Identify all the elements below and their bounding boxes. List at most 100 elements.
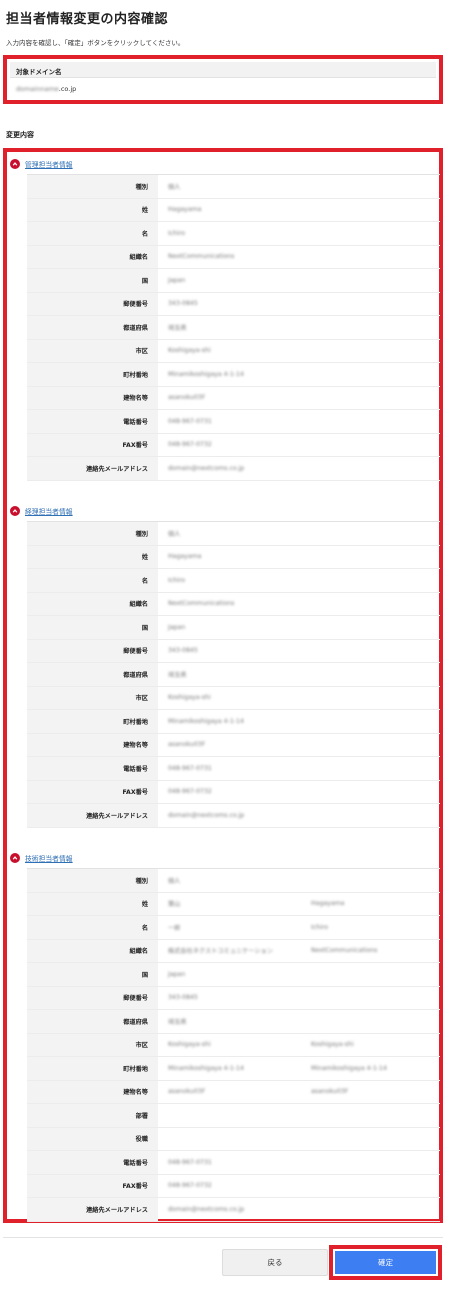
row-value: asanoku03F (158, 387, 303, 410)
table-row: 建物名等 asanoku03F (27, 386, 440, 410)
row-label: 町村番地 (27, 1057, 158, 1080)
table-row: 種別 個人 (27, 869, 440, 893)
row-value-text: asanoku03F (168, 1088, 206, 1096)
row-value: Minamikoshigaya 4-1-14 (158, 1057, 303, 1080)
row-value: 048-967-0731 (158, 410, 303, 433)
row-label: 組織名 (27, 592, 158, 615)
row-label: 市区 (27, 686, 158, 709)
row-value-text: Koshigaya-shi (168, 694, 211, 702)
section-header[interactable]: 管理担当者情報 (10, 158, 73, 170)
row-value-alt (303, 546, 440, 569)
row-value-text: asanoku03F (168, 741, 206, 749)
row-value-alt (303, 569, 440, 592)
row-value-text: Hagayama (168, 553, 202, 561)
row-label: FAX番号 (27, 780, 158, 803)
row-label: 種別 (27, 175, 158, 198)
table-row: 姓 Hagayama (27, 545, 440, 569)
row-label: 国 (27, 269, 158, 292)
row-value: Minamikoshigaya 4-1-14 (158, 710, 303, 733)
row-label: 建物名等 (27, 1080, 158, 1103)
row-value-alt (303, 222, 440, 245)
row-label: 姓 (27, 545, 158, 568)
row-value: Japan (158, 269, 303, 292)
row-value: 一郎 (158, 916, 303, 939)
row-label: 名 (27, 222, 158, 245)
table-row: 市区 Koshigaya-shi (27, 339, 440, 363)
row-value: Ichiro (158, 569, 303, 592)
row-value-alt (303, 1010, 440, 1033)
row-value-text: Ichiro (168, 229, 186, 237)
row-value-text: 埼玉県 (168, 324, 187, 332)
row-value-alt (303, 593, 440, 616)
row-value-text: Japan (168, 276, 186, 284)
table-row: 連絡先メールアドレス domain@nextcoms.co.jp (27, 804, 440, 828)
row-value-alt (303, 434, 440, 457)
section-title-link[interactable]: 経理担当者情報 (25, 506, 73, 516)
row-value-text: 埼玉県 (168, 1018, 187, 1026)
row-label: 郵便番号 (27, 639, 158, 662)
row-label: 市区 (27, 339, 158, 362)
row-value: 葉山 (158, 893, 303, 916)
row-label: 郵便番号 (27, 292, 158, 315)
row-label: 姓 (27, 198, 158, 221)
chevron-up-icon[interactable] (10, 853, 20, 863)
row-value-text: domain@nextcoms.co.jp (168, 464, 245, 472)
row-label: 電話番号 (27, 410, 158, 433)
chevron-up-icon[interactable] (10, 506, 20, 516)
row-label: FAX番号 (27, 433, 158, 456)
table-row: FAX番号 048-967-0732 (27, 780, 440, 804)
row-value: 個人 (158, 869, 303, 892)
row-value-text: asanoku03F (168, 394, 206, 402)
row-value-text: domain@nextcoms.co.jp (168, 1205, 245, 1213)
row-value-text: 343-0845 (168, 994, 198, 1002)
section-title-link[interactable]: 技術担当者情報 (25, 853, 73, 863)
contact-table: 種別 個人姓 Hagayama 名 Ichiro 組織名 NextCommunication… (27, 521, 440, 828)
row-value-text: Koshigaya-shi (168, 347, 211, 355)
row-label: 組織名 (27, 939, 158, 962)
row-value-alt (303, 1104, 440, 1127)
row-label: 国 (27, 616, 158, 639)
row-value-alt-text: Koshigaya-shi (311, 1041, 354, 1049)
row-value: 個人 (158, 175, 303, 198)
contact-table: 種別 個人姓 Hagayama 名 Ichiro 組織名 NextCommunication… (27, 174, 440, 481)
table-row: 国 Japan (27, 616, 440, 640)
row-value-alt-text: Hagayama (311, 900, 345, 908)
row-value-alt-text: NextCommunications (311, 947, 378, 955)
row-value-text: 048-967-0732 (168, 441, 212, 449)
table-row: 種別 個人 (27, 522, 440, 546)
table-row: 郵便番号 343-0845 (27, 986, 440, 1010)
table-row: 町村番地 Minamikoshigaya 4-1-14 Minamikoshigay… (27, 1057, 440, 1081)
section-title-link[interactable]: 管理担当者情報 (25, 159, 73, 169)
table-row: 姓 葉山 Hagayama (27, 892, 440, 916)
row-value: domain@nextcoms.co.jp (158, 1198, 303, 1221)
row-label: 役職 (27, 1127, 158, 1150)
section-header[interactable]: 経理担当者情報 (10, 505, 73, 517)
section-header[interactable]: 技術担当者情報 (10, 852, 73, 864)
row-value-text: NextCommunications (168, 600, 235, 608)
row-label: 連絡先メールアドレス (27, 1198, 158, 1221)
table-row: 部署 (27, 1104, 440, 1128)
row-value: 048-967-0732 (158, 1175, 303, 1198)
back-button[interactable]: 戻る (222, 1249, 328, 1276)
row-value (158, 1104, 303, 1127)
row-value-alt (303, 781, 440, 804)
row-value: Ichiro (158, 222, 303, 245)
confirm-button[interactable]: 確定 (335, 1251, 436, 1274)
row-value-alt (303, 175, 440, 198)
table-row: 電話番号 048-967-0731 (27, 757, 440, 781)
row-value: 343-0845 (158, 640, 303, 663)
changes-highlight-box: 管理担当者情報 種別 個人姓 Hagayama 名 Ichiro 組織名 NextCommun… (3, 148, 443, 1223)
table-row: 町村番地 Minamikoshigaya 4-1-14 (27, 710, 440, 734)
row-value-text: 048-967-0732 (168, 788, 212, 796)
row-value-text: Hagayama (168, 206, 202, 214)
table-row: 種別 個人 (27, 175, 440, 199)
table-row: 市区 Koshigaya-shi Koshigaya-shi (27, 1033, 440, 1057)
row-label: FAX番号 (27, 1174, 158, 1197)
row-value: domain@nextcoms.co.jp (158, 457, 303, 480)
row-value-alt (303, 1175, 440, 1198)
row-value: 株式会社ネクストコミュニケーション (158, 940, 303, 963)
table-row: 町村番地 Minamikoshigaya 4-1-14 (27, 363, 440, 387)
chevron-up-icon[interactable] (10, 159, 20, 169)
row-label: 町村番地 (27, 710, 158, 733)
table-row: 国 Japan (27, 269, 440, 293)
